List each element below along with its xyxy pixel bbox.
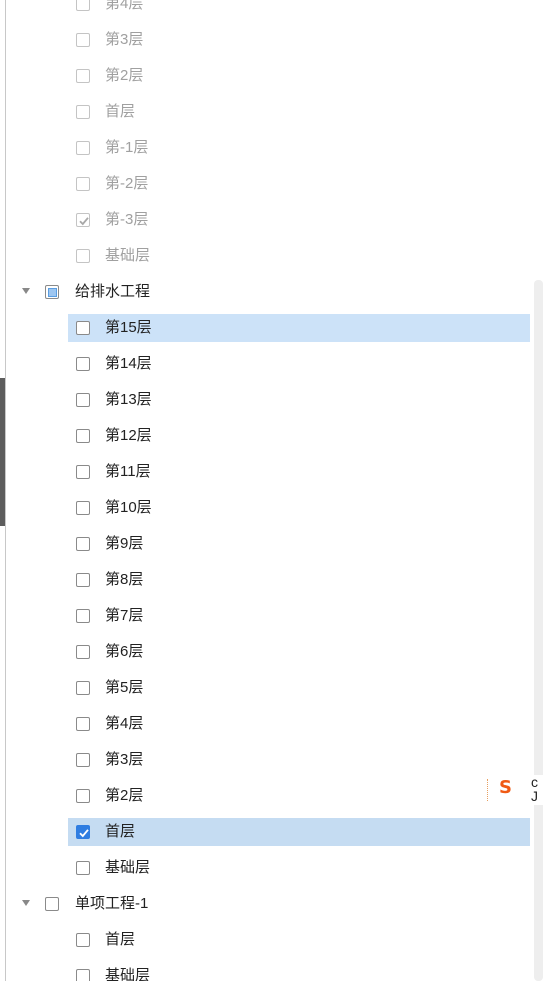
tree-item-label: 给排水工程: [75, 283, 151, 300]
ime-toolbar-extra: c J: [531, 775, 538, 803]
checkbox[interactable]: [45, 897, 59, 911]
tree-item-label: 第6层: [105, 643, 144, 660]
tree-item-row[interactable]: 首层: [0, 818, 534, 846]
tree-item-row[interactable]: 第6层: [0, 638, 534, 666]
checkbox[interactable]: [76, 969, 90, 981]
tree-item-row[interactable]: 第13层: [0, 386, 534, 414]
checkbox[interactable]: [76, 681, 90, 695]
checkbox[interactable]: [76, 933, 90, 947]
checkbox[interactable]: [76, 465, 90, 479]
tree-item-row[interactable]: 第11层: [0, 458, 534, 486]
expand-caret-icon[interactable]: [22, 288, 30, 294]
tree-item-row[interactable]: 第4层: [0, 710, 534, 738]
tree-item-label: 第2层: [105, 67, 144, 84]
checkbox[interactable]: [76, 69, 90, 83]
ime-toolbar[interactable]: S c J: [483, 775, 543, 805]
checkbox[interactable]: [76, 141, 90, 155]
tree-item-label: 第15层: [105, 319, 152, 336]
tree-item-row[interactable]: 第9层: [0, 530, 534, 558]
tree-item-row[interactable]: 第7层: [0, 602, 534, 630]
tree-item-label: 第13层: [105, 391, 152, 408]
tree-item-label: 第11层: [105, 463, 151, 480]
checkbox[interactable]: [76, 789, 90, 803]
checkbox[interactable]: [76, 537, 90, 551]
checkbox[interactable]: [76, 717, 90, 731]
tree-item-label: 首层: [105, 103, 136, 120]
tree-item-row[interactable]: 第2层: [0, 782, 534, 810]
checkbox[interactable]: [76, 249, 90, 263]
tree-item-row[interactable]: 基础层: [0, 242, 534, 270]
tree-item-label: 单项工程-1: [75, 895, 149, 912]
tree-item-label: 第7层: [105, 607, 144, 624]
tree-item-row[interactable]: 第-3层: [0, 206, 534, 234]
tree-item-row[interactable]: 基础层: [0, 962, 534, 981]
checkbox[interactable]: [45, 285, 59, 299]
tree-item-label: 第3层: [105, 31, 144, 48]
checkbox[interactable]: [76, 105, 90, 119]
tree-item-label: 第-3层: [105, 211, 149, 228]
tree-item-label: 基础层: [105, 967, 151, 981]
tree-item-row[interactable]: 第3层: [0, 26, 534, 54]
vertical-scrollbar[interactable]: [534, 280, 543, 981]
sogou-s-icon[interactable]: S: [499, 777, 512, 798]
ime-toolbar-grip[interactable]: [487, 779, 488, 801]
selection-highlight: [68, 818, 530, 846]
tree-item-row[interactable]: 第-2层: [0, 170, 534, 198]
tree-item-label: 第4层: [105, 0, 144, 12]
tree-item-label: 基础层: [105, 859, 151, 876]
checkbox[interactable]: [76, 609, 90, 623]
tree-item-label: 第-2层: [105, 175, 149, 192]
tree-item-row[interactable]: 第2层: [0, 62, 534, 90]
tree-item-label: 首层: [105, 823, 136, 840]
checkbox[interactable]: [76, 645, 90, 659]
tree-item-label: 第2层: [105, 787, 144, 804]
tree-item-label: 第5层: [105, 679, 144, 696]
expand-caret-icon[interactable]: [22, 900, 30, 906]
tree-item-label: 第14层: [105, 355, 152, 372]
tree-group-row[interactable]: 单项工程-1: [0, 890, 534, 918]
checkbox[interactable]: [76, 357, 90, 371]
checkbox[interactable]: [76, 321, 90, 335]
tree-item-row[interactable]: 第15层: [0, 314, 534, 342]
tree-item-row[interactable]: 第12层: [0, 422, 534, 450]
tree-item-row[interactable]: 第3层: [0, 746, 534, 774]
tree-item-row[interactable]: 第-1层: [0, 134, 534, 162]
tree-item-label: 基础层: [105, 247, 151, 264]
tree-item-label: 第10层: [105, 499, 152, 516]
checkbox[interactable]: [76, 573, 90, 587]
tree-item-label: 第12层: [105, 427, 152, 444]
floor-tree: 第4层 第3层 第2层 首层 第-1层 第-2层 第-3层 基础层 给排水工程 第15层 第14层第…: [0, 0, 534, 981]
checkbox[interactable]: [76, 429, 90, 443]
checkbox[interactable]: [76, 177, 90, 191]
tree-item-label: 首层: [105, 931, 136, 948]
tree-group-row[interactable]: 给排水工程: [0, 278, 534, 306]
tree-item-row[interactable]: 第5层: [0, 674, 534, 702]
tree-item-row[interactable]: 首层: [0, 926, 534, 954]
tree-item-label: 第9层: [105, 535, 144, 552]
checkbox[interactable]: [76, 861, 90, 875]
tree-item-label: 第8层: [105, 571, 144, 588]
ime-toolbar-extra-text: c J: [531, 774, 538, 804]
checkbox[interactable]: [76, 0, 90, 11]
tree-item-row[interactable]: 第8层: [0, 566, 534, 594]
checkbox-checked[interactable]: [76, 213, 90, 227]
tree-item-row[interactable]: 第10层: [0, 494, 534, 522]
tree-item-row[interactable]: 第4层: [0, 0, 534, 18]
tree-item-row[interactable]: 基础层: [0, 854, 534, 882]
tree-item-label: 第-1层: [105, 139, 149, 156]
tree-item-row[interactable]: 首层: [0, 98, 534, 126]
checkbox-checked[interactable]: [76, 825, 90, 839]
tree-item-label: 第4层: [105, 715, 144, 732]
checkbox[interactable]: [76, 501, 90, 515]
checkbox[interactable]: [76, 753, 90, 767]
checkbox[interactable]: [76, 393, 90, 407]
checkbox[interactable]: [76, 33, 90, 47]
tree-item-label: 第3层: [105, 751, 144, 768]
tree-item-row[interactable]: 第14层: [0, 350, 534, 378]
